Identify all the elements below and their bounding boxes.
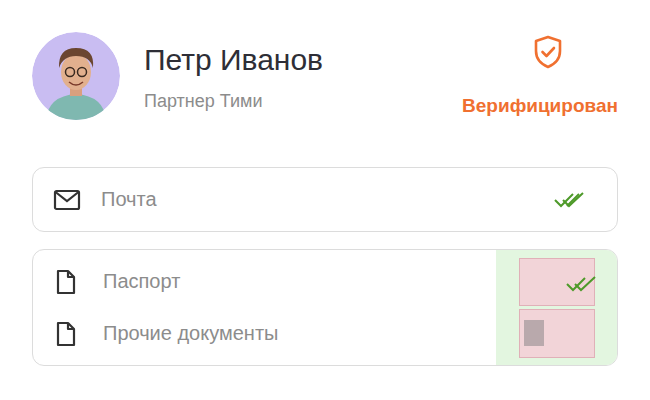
double-check-icon <box>553 190 587 210</box>
file-icon <box>56 321 76 347</box>
document-label: Прочие документы <box>103 322 278 345</box>
envelope-icon <box>53 189 81 211</box>
email-label: Почта <box>101 188 553 211</box>
document-label: Паспорт <box>103 270 180 293</box>
verified-badge: Верифицирован <box>462 32 618 117</box>
profile-header: Петр Иванов Партнер Тими Верифицирован <box>32 32 618 120</box>
passport-preview[interactable] <box>496 250 617 365</box>
user-info: Петр Иванов Партнер Тими <box>144 32 438 113</box>
passport-top-page <box>519 258 595 307</box>
documents-card[interactable]: Паспорт Прочие документы <box>32 249 618 366</box>
passport-bottom-page <box>519 309 595 358</box>
double-check-icon <box>565 274 599 294</box>
email-card[interactable]: Почта <box>32 167 618 232</box>
passport-thumbnail <box>519 258 595 358</box>
avatar-image <box>32 32 120 120</box>
passport-photo <box>524 320 544 346</box>
person-photo-icon <box>32 32 120 120</box>
file-icon <box>56 269 76 295</box>
user-name: Петр Иванов <box>144 42 438 78</box>
user-role: Партнер Тими <box>144 89 438 113</box>
document-row[interactable]: Прочие документы <box>53 321 476 347</box>
verified-label: Верифицирован <box>462 95 618 117</box>
document-row[interactable]: Паспорт <box>53 269 476 295</box>
document-list: Паспорт Прочие документы <box>33 250 496 365</box>
profile-page: Петр Иванов Партнер Тими Верифицирован Почт… <box>0 0 650 366</box>
shield-check-icon <box>534 35 562 69</box>
